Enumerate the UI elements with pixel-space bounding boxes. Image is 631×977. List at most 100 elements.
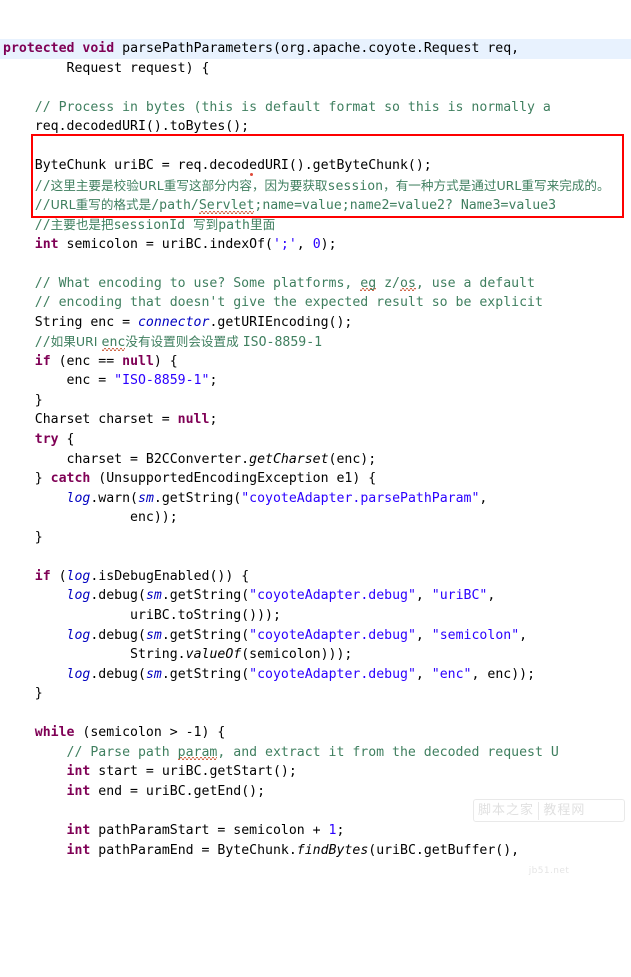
code-token: 主要也是把 (50, 217, 114, 233)
code-line[interactable]: log.debug(sm.getString("coyoteAdapter.de… (0, 626, 631, 646)
code-token: String enc = (3, 314, 138, 330)
code-line[interactable]: // Parse path param, and extract it from… (0, 743, 631, 763)
code-token: "coyoteAdapter.parsePathParam" (241, 490, 480, 506)
code-token: Charset charset = (3, 412, 178, 428)
code-token: z/ (376, 275, 400, 291)
code-token: 里面 (249, 217, 276, 233)
code-editor[interactable]: protected void parsePathParameters(org.a… (0, 0, 631, 876)
code-line[interactable]: //主要也是把sessionId 写到path里面 (0, 215, 631, 235)
code-line[interactable]: //如果URI enc没有设置则会设置成 ISO-8859-1 (0, 332, 631, 352)
code-token: start = uriBC.getStart(); (90, 764, 297, 780)
code-line[interactable]: } catch (UnsupportedEncodingException e1… (0, 469, 631, 489)
code-token: connector (137, 314, 210, 330)
code-line[interactable]: // What encoding to use? Some platforms,… (0, 274, 631, 294)
code-token: pathParamEnd = ByteChunk. (90, 842, 297, 858)
code-token: // (3, 198, 51, 214)
code-token: , (487, 588, 496, 604)
code-line[interactable]: if (log.isDebugEnabled()) { (0, 567, 631, 587)
code-token: URL重写的格式是 (50, 197, 152, 213)
code-token: sm (145, 627, 162, 643)
code-token: (semicolon > -1) { (74, 725, 226, 741)
code-line[interactable]: protected void parsePathParameters(org.a… (0, 39, 631, 59)
code-token: .getURIEncoding(); (209, 314, 353, 330)
code-line[interactable] (0, 547, 631, 567)
code-token: null (177, 412, 210, 428)
code-token: ;name=value;name2=value2? Name3=value3 (254, 198, 557, 214)
code-token: void (82, 41, 115, 57)
code-line[interactable]: String enc = connector.getURIEncoding(); (0, 313, 631, 333)
code-line[interactable]: } (0, 528, 631, 548)
code-token: // (3, 335, 51, 351)
code-token: .getString( (161, 666, 250, 682)
code-line[interactable]: String.valueOf(semicolon))); (0, 645, 631, 665)
code-line[interactable]: charset = B2CConverter.getCharset(enc); (0, 450, 631, 470)
code-token: log (66, 588, 91, 604)
code-token: log (66, 666, 91, 682)
code-line[interactable]: } (0, 391, 631, 411)
code-token: valueOf (185, 647, 242, 663)
code-line[interactable]: req.decodedURI().toBytes(); (0, 117, 631, 137)
code-token: int (66, 822, 91, 838)
code-token: 这里主要是校验URL重写这部分内容，因为要获取 (50, 177, 328, 193)
code-line[interactable]: Request request) { (0, 59, 631, 79)
code-token: , (415, 627, 432, 643)
code-token: ; (336, 822, 345, 838)
code-token: .debug( (90, 666, 146, 682)
code-token: , use a default (415, 275, 535, 291)
code-token: .warn( (90, 490, 138, 506)
code-line[interactable]: //URL重写的格式是/path/Servlet;name=value;name… (0, 195, 631, 215)
code-token: // encoding that doesn't give the expect… (3, 295, 543, 311)
code-token: end = uriBC.getEnd(); (90, 783, 266, 799)
code-line[interactable]: Charset charset = null; (0, 410, 631, 430)
code-line[interactable]: int start = uriBC.getStart(); (0, 762, 631, 782)
code-token: charset = B2CConverter. (3, 451, 250, 467)
code-token: ';' (272, 236, 297, 252)
code-line[interactable]: enc = "ISO-8859-1"; (0, 371, 631, 391)
code-line[interactable]: uriBC.toString())); (0, 606, 631, 626)
code-line[interactable]: // encoding that doesn't give the expect… (0, 293, 631, 313)
code-token: semicolon = uriBC.indexOf( (58, 236, 273, 252)
code-token: catch (50, 471, 91, 487)
code-line[interactable]: while (semicolon > -1) { (0, 723, 631, 743)
code-line[interactable]: // Process in bytes (this is default for… (0, 98, 631, 118)
code-line[interactable]: int pathParamEnd = ByteChunk.findBytes(u… (0, 841, 631, 861)
code-line[interactable] (0, 801, 631, 821)
code-token: 如果URI (50, 334, 102, 350)
code-token: (uriBC.getBuffer(), (368, 842, 520, 858)
code-line[interactable] (0, 78, 631, 98)
code-line[interactable] (0, 254, 631, 274)
code-token: , (479, 490, 488, 506)
code-token: int (66, 842, 91, 858)
code-token: // What encoding to use? Some platforms, (3, 275, 361, 291)
code-line[interactable] (0, 137, 631, 157)
code-token: pathParamStart = semicolon + (90, 822, 329, 838)
code-token: Request request) { (3, 60, 210, 76)
code-line[interactable] (0, 704, 631, 724)
code-line[interactable]: enc)); (0, 508, 631, 528)
code-line[interactable]: } (0, 684, 631, 704)
code-token: "coyoteAdapter.debug" (249, 627, 416, 643)
code-token: enc = (3, 373, 115, 389)
code-token: // Parse path (3, 744, 178, 760)
code-line[interactable]: if (enc == null) { (0, 352, 631, 372)
code-line[interactable]: ByteChunk uriBC = req.decodedURI().getBy… (0, 156, 631, 176)
code-token: uriBC.toString())); (3, 607, 281, 623)
code-token: eg (360, 275, 377, 291)
code-token: .debug( (90, 588, 146, 604)
code-line[interactable]: log.debug(sm.getString("coyoteAdapter.de… (0, 665, 631, 685)
code-token: , (415, 588, 432, 604)
code-line[interactable]: //这里主要是校验URL重写这部分内容，因为要获取session，有一种方式是通… (0, 176, 631, 196)
code-line[interactable]: log.debug(sm.getString("coyoteAdapter.de… (0, 586, 631, 606)
code-token: // Process in bytes (this is default for… (3, 99, 551, 115)
code-token: String. (3, 647, 186, 663)
code-line[interactable]: log.warn(sm.getString("coyoteAdapter.par… (0, 489, 631, 509)
code-token: "coyoteAdapter.debug" (249, 588, 416, 604)
code-line[interactable]: int end = uriBC.getEnd(); (0, 782, 631, 802)
code-token: log (66, 568, 91, 584)
code-line[interactable]: try { (0, 430, 631, 450)
code-line[interactable]: int semicolon = uriBC.indexOf(';', 0); (0, 235, 631, 255)
code-line[interactable]: int pathParamStart = semicolon + 1; (0, 821, 631, 841)
